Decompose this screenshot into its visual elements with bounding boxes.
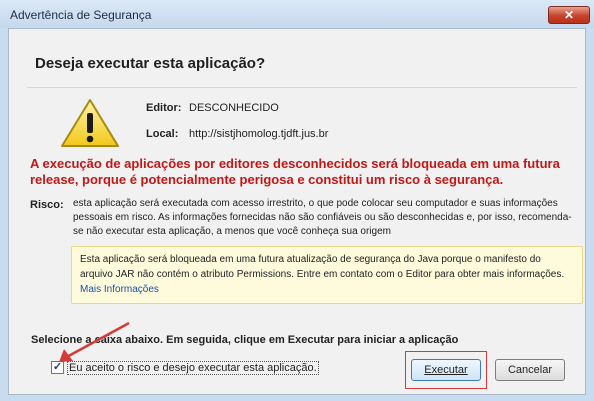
notice-text-container: Esta aplicação será bloqueada em uma fut… [80,252,572,297]
cancel-button[interactable]: Cancelar [495,359,565,381]
execute-button-label: Executar [424,364,468,376]
title-bar[interactable]: Advertência de Segurança ✕ [0,0,594,28]
blocking-warning-text: A execução de aplicações por editores de… [30,156,560,187]
close-icon: ✕ [563,8,575,22]
editor-label: Editor: [146,102,182,114]
notice-text: Esta aplicação será bloqueada em uma fut… [80,254,565,280]
risk-text: esta aplicação será executada com acesso… [73,198,572,237]
notice-box: Esta aplicação será bloqueada em uma fut… [71,246,583,304]
editor-value: DESCONHECIDO [189,102,279,114]
close-button[interactable]: ✕ [548,6,590,24]
warning-triangle-icon [61,99,119,147]
dialog-heading: Deseja executar esta aplicação? [35,55,266,72]
risk-label: Risco: [30,199,64,211]
dialog-content: Deseja executar esta aplicação? Editor: … [8,28,586,395]
location-label: Local: [146,128,179,140]
security-warning-dialog: Advertência de Segurança ✕ Deseja execut… [0,0,594,401]
location-value: http://sistjhomolog.tjdft.jus.br [189,128,329,140]
divider [27,87,577,88]
execute-button[interactable]: Executar [411,359,481,381]
more-info-link[interactable]: Mais Informações [80,284,159,295]
red-arrow-annotation [59,321,130,362]
window-title: Advertência de Segurança [10,8,152,22]
